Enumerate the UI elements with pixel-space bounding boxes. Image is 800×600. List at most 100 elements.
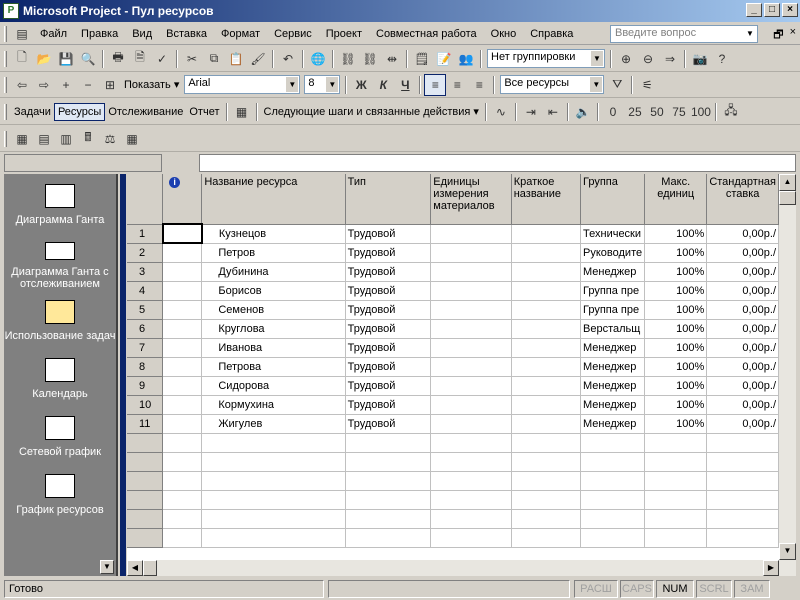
cell-std-rate[interactable] — [706, 433, 779, 453]
row-number[interactable]: 4 — [127, 281, 164, 301]
cell-group[interactable]: Менеджер — [580, 414, 646, 434]
cell-initials[interactable] — [511, 262, 582, 282]
cell-initials[interactable] — [511, 300, 582, 320]
view-task-usage[interactable]: Использование задач — [4, 290, 116, 348]
cell-material-units[interactable] — [430, 357, 512, 377]
cell-max-units[interactable]: 100% — [644, 281, 708, 301]
cell-material-units[interactable] — [430, 395, 512, 415]
table-row[interactable] — [127, 509, 779, 529]
cell-material-units[interactable] — [430, 224, 512, 244]
tasks-button[interactable]: Задачи — [11, 106, 54, 118]
cell-max-units[interactable]: 100% — [644, 243, 708, 263]
row-number[interactable] — [127, 452, 164, 472]
table-row[interactable]: 2 Петров Трудовой Руководите 100% 0,00р./ — [127, 243, 779, 263]
close-button[interactable]: × — [782, 3, 798, 17]
menu-project[interactable]: Проект — [319, 28, 369, 40]
table-row[interactable]: 5 Семенов Трудовой Группа пре 100% 0,00р./ — [127, 300, 779, 320]
scroll-up-button[interactable]: ▲ — [779, 174, 796, 191]
menu-view[interactable]: Вид — [125, 28, 159, 40]
tracking-chart-icon[interactable]: ∿ — [490, 101, 512, 123]
autofilter-icon[interactable]: ⛛ — [606, 74, 628, 96]
cell-max-units[interactable] — [644, 471, 708, 491]
arrow-left-icon[interactable]: ⇦ — [11, 74, 33, 96]
cell-indicator[interactable] — [162, 262, 203, 282]
cell-std-rate[interactable] — [706, 452, 779, 472]
cell-indicator[interactable] — [162, 357, 203, 377]
notes-icon[interactable]: 📝 — [433, 48, 455, 70]
table-row[interactable]: 8 Петрова Трудовой Менеджер 100% 0,00р./ — [127, 357, 779, 377]
paste-icon[interactable]: 📋 — [225, 48, 247, 70]
save-icon[interactable]: 💾 — [55, 48, 77, 70]
cell-max-units[interactable] — [644, 490, 708, 510]
print-icon[interactable]: 🖶 — [107, 48, 129, 70]
cell-indicator[interactable] — [162, 528, 203, 548]
cell-std-rate[interactable] — [706, 490, 779, 510]
cell-resource-name[interactable]: Борисов — [201, 281, 346, 301]
balance-icon[interactable]: ⚖ — [99, 128, 121, 150]
cell-std-rate[interactable]: 0,00р./ — [706, 395, 779, 415]
align-center-icon[interactable]: ≡ — [446, 74, 468, 96]
align-left-icon[interactable]: ≡ — [424, 73, 447, 96]
row-number[interactable] — [127, 490, 164, 510]
cell-resource-name[interactable]: Дубинина — [201, 262, 346, 282]
help-search-input[interactable]: Введите вопрос ▼ — [610, 25, 758, 43]
cell-max-units[interactable] — [644, 509, 708, 529]
cell-initials[interactable] — [511, 471, 582, 491]
pct-50-button[interactable]: 50 — [646, 101, 668, 123]
cell-initials[interactable] — [511, 224, 582, 244]
copy-picture-icon[interactable]: 📷 — [689, 48, 711, 70]
col-max-units[interactable]: Макс. единиц — [644, 174, 708, 225]
cell-group[interactable]: Верстальщ — [580, 319, 646, 339]
link-tasks-icon[interactable]: ⛓ — [337, 48, 359, 70]
cell-indicator[interactable] — [162, 509, 203, 529]
cell-group[interactable] — [580, 509, 646, 529]
cell-std-rate[interactable] — [706, 509, 779, 529]
sheet-view-icon[interactable]: ▥ — [55, 128, 77, 150]
row-number[interactable]: 3 — [127, 262, 164, 282]
cell-resource-name[interactable] — [201, 490, 346, 510]
calculator-icon[interactable]: 🖩 — [77, 128, 99, 150]
pct-100-button[interactable]: 100 — [690, 101, 712, 123]
cell-max-units[interactable]: 100% — [644, 414, 708, 434]
cell-initials[interactable] — [511, 452, 582, 472]
cell-std-rate[interactable]: 0,00р./ — [706, 319, 779, 339]
cell-group[interactable] — [580, 433, 646, 453]
cell-initials[interactable] — [511, 281, 582, 301]
col-initials[interactable]: Краткое название — [511, 174, 582, 225]
col-resource-name[interactable]: Название ресурса — [201, 174, 346, 225]
cell-max-units[interactable] — [644, 528, 708, 548]
cell-group[interactable]: Менеджер — [580, 357, 646, 377]
cell-material-units[interactable] — [430, 433, 512, 453]
row-number[interactable] — [127, 471, 164, 491]
cell-material-units[interactable] — [430, 509, 512, 529]
cell-resource-name[interactable]: Кузнецов — [201, 224, 346, 244]
cell-initials[interactable] — [511, 395, 582, 415]
view-resource-graph[interactable]: График ресурсов — [4, 464, 116, 522]
col-group[interactable]: Группа — [580, 174, 646, 225]
spellcheck-icon[interactable]: ✓ — [151, 48, 173, 70]
minimize-button[interactable]: _ — [746, 3, 762, 17]
align-right-icon[interactable]: ≡ — [468, 74, 490, 96]
horizontal-scrollbar[interactable]: ◀ ▶ — [127, 560, 796, 576]
cell-indicator[interactable] — [162, 395, 203, 415]
cell-type[interactable] — [345, 490, 432, 510]
guide-toggle-icon[interactable]: ▦ — [231, 101, 253, 123]
next-steps-dropdown[interactable]: Следующие шаги и связанные действия ▾ — [261, 105, 482, 118]
grouping-select[interactable]: Нет группировки ▼ — [487, 49, 605, 68]
cell-max-units[interactable]: 100% — [644, 338, 708, 358]
cell-max-units[interactable]: 100% — [644, 357, 708, 377]
chevron-down-icon[interactable]: ▼ — [326, 77, 339, 92]
cell-max-units[interactable] — [644, 452, 708, 472]
menu-insert[interactable]: Вставка — [159, 28, 214, 40]
cell-material-units[interactable] — [430, 471, 512, 491]
workgroup-icon[interactable]: 🖧 — [720, 101, 742, 123]
underline-button[interactable]: Ч — [394, 74, 416, 96]
copy-icon[interactable]: ⧉ — [203, 48, 225, 70]
cell-type[interactable]: Трудовой — [345, 224, 432, 244]
cell-resource-name[interactable]: Сидорова — [201, 376, 346, 396]
unlink-tasks-icon[interactable]: ⛓ — [359, 48, 381, 70]
chevron-down-icon[interactable]: ▼ — [590, 77, 603, 92]
table-row[interactable]: 3 Дубинина Трудовой Менеджер 100% 0,00р./ — [127, 262, 779, 282]
hyperlink-icon[interactable]: 🌐 — [307, 48, 329, 70]
project-icon[interactable]: P — [3, 3, 19, 19]
